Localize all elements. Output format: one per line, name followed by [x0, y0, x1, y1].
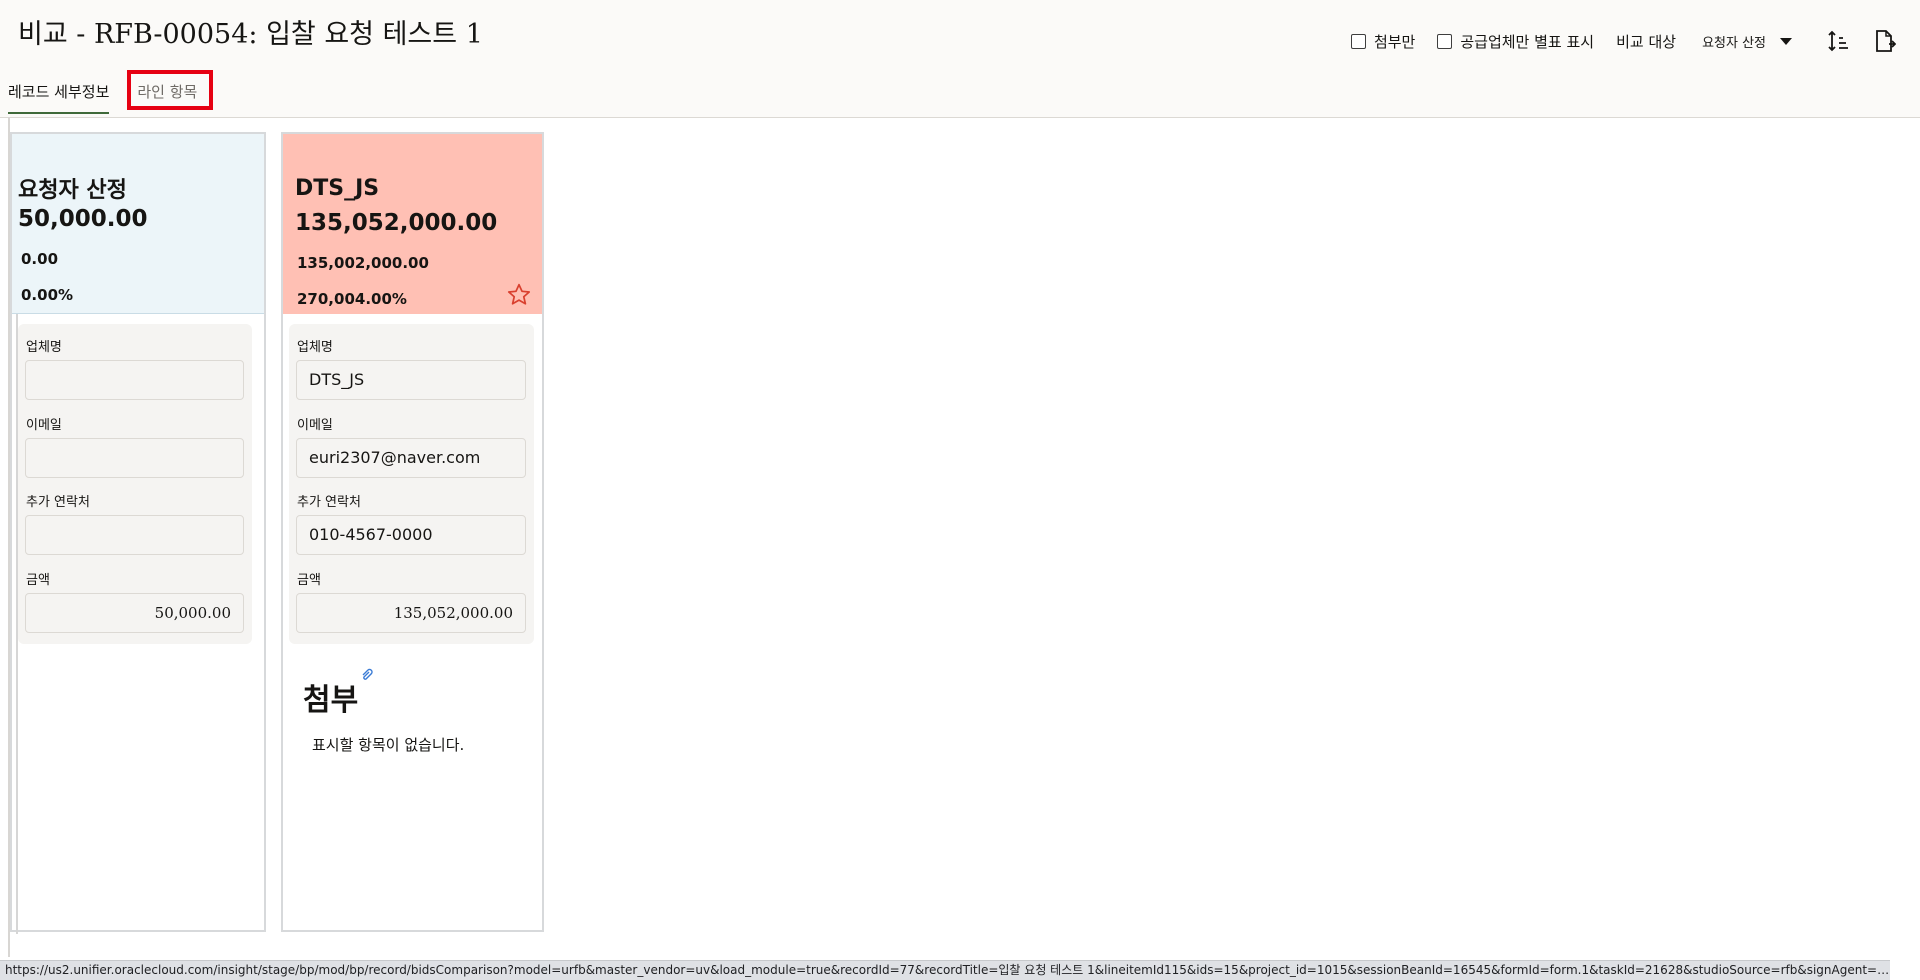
page-header: 비교 - RFB-00054: 입찰 요청 테스트 1 첨부만 공급업체만 별표… — [0, 0, 1920, 118]
toolbar: 첨부만 공급업체만 별표 표시 비교 대상 요청자 산정 — [1350, 24, 1920, 58]
email-field — [25, 438, 244, 478]
amount-label: 금액 — [297, 573, 321, 588]
amount-label: 금액 — [26, 573, 50, 588]
star-icon[interactable] — [506, 282, 532, 308]
vendor-name-label: 업체명 — [297, 340, 333, 355]
column-name: DTS_JS — [295, 176, 380, 201]
column-difference: 135,002,000.00 — [297, 254, 429, 272]
compare-to-select[interactable]: 요청자 산정 — [1702, 32, 1792, 51]
attachments-empty-message: 표시할 항목이 없습니다. — [312, 736, 465, 754]
comparison-column-vendor: DTS_JS 135,052,000.00 135,002,000.00 270… — [281, 132, 544, 932]
additional-contact-field — [25, 515, 244, 555]
email-field: euri2307@naver.com — [296, 438, 526, 478]
page-title: 비교 - RFB-00054: 입찰 요청 테스트 1 — [18, 19, 483, 50]
chevron-down-icon[interactable] — [1780, 37, 1792, 45]
summary-card: 요청자 산정 50,000.00 0.00 0.00% — [12, 134, 264, 314]
additional-contact-label: 추가 연락처 — [297, 495, 361, 510]
details-panel: 업체명 DTS_JS 이메일 euri2307@naver.com 추가 연락처… — [289, 324, 534, 644]
star-vendor-only-label: 공급업체만 별표 표시 — [1460, 32, 1595, 51]
column-total: 135,052,000.00 — [295, 210, 498, 236]
column-name: 요청자 산정 — [18, 178, 127, 203]
vendor-name-label: 업체명 — [26, 340, 62, 355]
attachments-heading: 첨부 — [303, 683, 359, 718]
email-label: 이메일 — [26, 418, 62, 433]
summary-card: DTS_JS 135,052,000.00 135,002,000.00 270… — [283, 134, 542, 314]
vendor-name-field — [25, 360, 244, 400]
amount-field: 135,052,000.00 — [296, 593, 526, 633]
column-difference: 0.00 — [21, 250, 59, 268]
sort-icon[interactable] — [1824, 27, 1852, 55]
browser-status-bar: https://us2.unifier.oraclecloud.com/insi… — [0, 960, 1890, 980]
email-label: 이메일 — [297, 418, 333, 433]
attachments-only-label: 첨부만 — [1373, 32, 1416, 51]
column-percent: 0.00% — [21, 286, 74, 304]
paperclip-icon[interactable] — [360, 666, 374, 680]
comparison-column-requester: 요청자 산정 50,000.00 0.00 0.00% 업체명 이메일 추가 연… — [10, 132, 266, 934]
star-vendor-only-checkbox[interactable]: 공급업체만 별표 표시 — [1437, 31, 1594, 52]
details-panel: 업체명 이메일 추가 연락처 금액 50,000.00 — [18, 324, 252, 644]
compare-to-label: 비교 대상 — [1616, 32, 1677, 51]
additional-contact-label: 추가 연락처 — [26, 495, 90, 510]
vendor-name-field: DTS_JS — [296, 360, 526, 400]
checkbox-box[interactable] — [1350, 33, 1366, 49]
compare-to-value: 요청자 산정 — [1702, 35, 1766, 51]
column-percent: 270,004.00% — [297, 290, 407, 308]
additional-contact-field: 010-4567-0000 — [296, 515, 526, 555]
highlight-box — [127, 70, 213, 110]
tab-record-details[interactable]: 레코드 세부정보 — [8, 76, 110, 114]
amount-field: 50,000.00 — [25, 593, 244, 633]
column-total: 50,000.00 — [18, 206, 148, 232]
checkbox-box[interactable] — [1437, 33, 1453, 49]
attachments-only-checkbox[interactable]: 첨부만 — [1350, 31, 1416, 52]
export-icon[interactable] — [1870, 27, 1898, 55]
